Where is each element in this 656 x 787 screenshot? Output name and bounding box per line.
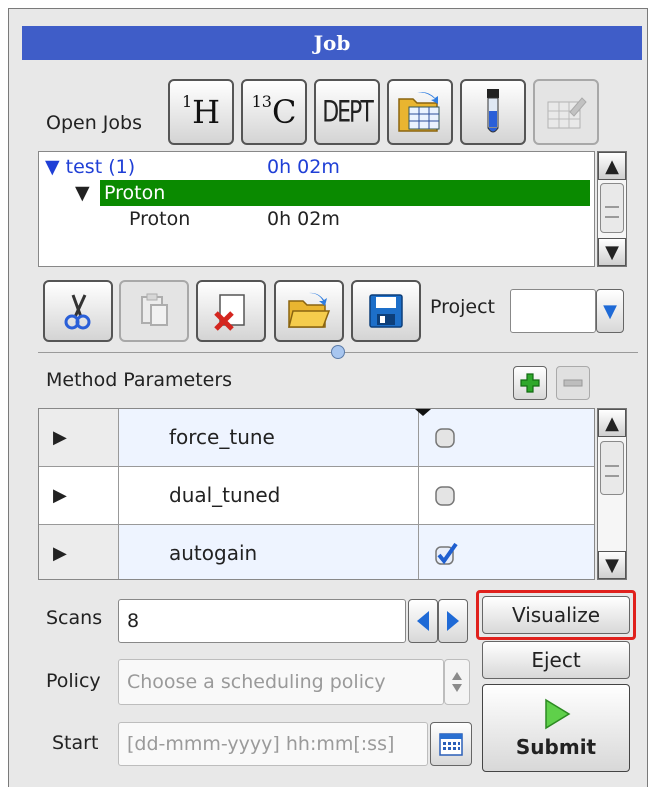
minus-icon [563, 379, 583, 387]
play-icon [545, 698, 571, 730]
job-name: test (1) [65, 156, 136, 178]
scissors-icon [64, 294, 91, 330]
open-folder-button[interactable] [274, 280, 344, 342]
folder-table-icon [398, 92, 440, 132]
calendar-button[interactable] [430, 722, 472, 766]
column-resize-marker-icon [415, 409, 431, 416]
row-expand-icon[interactable]: ▶ [39, 525, 119, 579]
chevron-down-icon: ▼ [603, 300, 617, 322]
parameter-toggle[interactable] [419, 525, 594, 579]
plus-icon [520, 373, 540, 393]
parameter-set-time: 0h 02m [267, 208, 340, 230]
parameter-name: autogain [119, 525, 419, 579]
start-label: Start [52, 732, 99, 754]
arrow-left-icon [417, 611, 429, 631]
policy-label: Policy [46, 670, 101, 692]
scroll-thumb[interactable] [600, 441, 624, 495]
scroll-up-icon[interactable]: ▲ [598, 409, 626, 437]
unchecked-radio-icon [435, 427, 455, 448]
parameter-set-name: Proton [129, 208, 191, 230]
scans-label: Scans [46, 607, 103, 629]
parameter-toggle[interactable] [419, 467, 594, 524]
calendar-icon [439, 733, 463, 756]
sample-tube-icon [487, 89, 499, 133]
sample-tube-button[interactable] [460, 79, 526, 145]
cut-button[interactable] [43, 280, 113, 342]
tree-row-job[interactable]: ▼ test (1) 0h 02m [45, 154, 340, 180]
scroll-down-icon[interactable]: ▼ [598, 238, 626, 266]
experiment-name-selected: Proton [100, 180, 590, 206]
scans-input[interactable]: 8 [118, 599, 406, 643]
eject-button[interactable]: Eject [482, 641, 630, 679]
row-expand-icon[interactable]: ▶ [39, 467, 119, 524]
clipboard-icon [141, 293, 168, 326]
policy-spinner[interactable] [444, 659, 470, 705]
policy-select[interactable]: Choose a scheduling policy [118, 659, 444, 705]
13c-icon: 13C [251, 92, 297, 131]
paste-button[interactable] [119, 280, 189, 342]
pencil-grid-icon [547, 97, 587, 129]
delete-button[interactable] [196, 280, 266, 342]
open-folder-icon [288, 292, 331, 328]
edit-disabled-button[interactable] [533, 79, 599, 145]
floppy-disk-icon [369, 294, 403, 328]
scroll-down-icon[interactable]: ▼ [598, 551, 626, 579]
method-parameters-label: Method Parameters [46, 369, 233, 391]
parameter-toggle[interactable] [419, 409, 594, 466]
splitter-handle-icon[interactable] [331, 345, 345, 359]
parameter-name: dual_tuned [119, 467, 419, 524]
project-dropdown-button[interactable]: ▼ [596, 289, 624, 333]
scans-increment-button[interactable] [438, 599, 468, 643]
13c-button[interactable]: 13C [241, 79, 307, 145]
1h-icon: 1H [181, 92, 221, 131]
checked-checkbox-icon [435, 542, 458, 565]
tree-row-parameter-set[interactable]: Proton 0h 02m [129, 206, 340, 232]
unchecked-radio-icon [435, 485, 455, 506]
dept-icon: DEPT [322, 95, 374, 129]
add-parameter-button[interactable] [513, 366, 547, 400]
parameter-name: force_tune [119, 409, 419, 466]
project-select[interactable] [510, 289, 596, 333]
folder-table-button[interactable] [387, 79, 453, 145]
project-label: Project [430, 296, 496, 318]
1h-button[interactable]: 1H [168, 79, 234, 145]
open-jobs-tree[interactable]: ▼ test (1) 0h 02m ▼ Proton Proton 0h 02m [38, 151, 595, 267]
save-button[interactable] [351, 280, 421, 342]
jobs-scrollbar[interactable]: ▲ ▼ [597, 151, 627, 267]
visualize-button[interactable]: Visualize [482, 596, 630, 634]
scans-decrement-button[interactable] [408, 599, 438, 643]
method-parameters-table[interactable]: ▶ force_tune ▶ dual_tuned ▶ autogain [38, 408, 595, 580]
table-row[interactable]: ▶ dual_tuned [39, 467, 594, 525]
up-down-arrows-icon [452, 672, 462, 692]
remove-parameter-button[interactable] [556, 366, 590, 400]
scroll-up-icon[interactable]: ▲ [598, 152, 626, 180]
expand-arrow-icon[interactable]: ▼ [45, 156, 60, 178]
tree-row-experiment[interactable]: ▼ Proton [75, 180, 590, 206]
table-row[interactable]: ▶ force_tune [39, 409, 594, 467]
arrow-right-icon [447, 611, 459, 631]
scroll-thumb[interactable] [600, 183, 624, 233]
table-row[interactable]: ▶ autogain [39, 525, 594, 579]
submit-button[interactable]: Submit [482, 684, 630, 772]
dept-button[interactable]: DEPT [314, 79, 380, 145]
parameters-scrollbar[interactable]: ▲ ▼ [597, 408, 627, 580]
expand-arrow-icon[interactable]: ▼ [75, 182, 90, 204]
start-datetime-input[interactable]: [dd-mmm-yyyy] hh:mm[:ss] [118, 722, 428, 766]
open-jobs-label: Open Jobs [46, 112, 142, 134]
panel-title: Job [22, 26, 642, 60]
submit-label: Submit [515, 735, 597, 759]
delete-document-icon [214, 294, 245, 331]
row-expand-icon[interactable]: ▶ [39, 409, 119, 466]
job-time: 0h 02m [267, 156, 340, 178]
